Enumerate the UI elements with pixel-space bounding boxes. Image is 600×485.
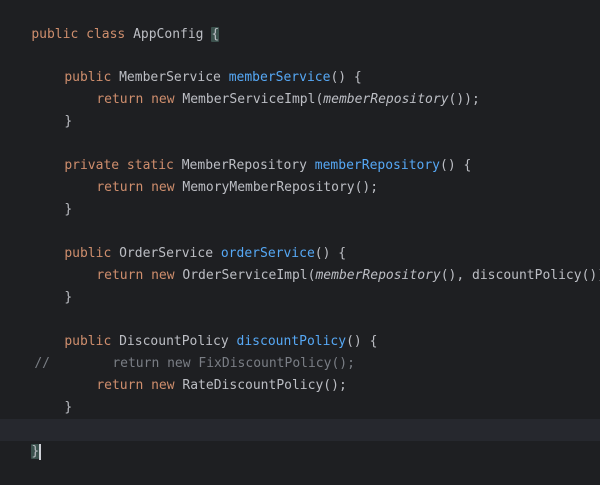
code-line-20[interactable]: }: [0, 419, 42, 460]
constructor-call: OrderServiceImpl(: [182, 268, 316, 283]
code-line-16[interactable]: return new FixDiscountPolicy();: [81, 331, 355, 371]
keyword: return new: [96, 378, 183, 393]
code-line-15[interactable]: public DiscountPolicy discountPolicy() {: [33, 309, 377, 349]
class-name: AppConfig: [133, 27, 212, 42]
code-line-4[interactable]: return new MemberServiceImpl(memberRepos…: [65, 67, 480, 107]
keyword: return new: [96, 180, 183, 195]
open-brace: {: [211, 27, 220, 42]
code-editor[interactable]: public class AppConfig { public MemberSe…: [0, 0, 600, 460]
keyword: return new: [96, 268, 183, 283]
code-line-18[interactable]: }: [33, 375, 72, 415]
current-line-highlight: [0, 419, 600, 441]
static-call: memberRepository: [315, 268, 441, 283]
code-line-13[interactable]: }: [33, 265, 72, 305]
code-line-3[interactable]: public MemberService memberService() {: [33, 45, 361, 85]
code-line-16-comment-marker: //: [3, 331, 50, 371]
code-line-1[interactable]: public class AppConfig {: [0, 2, 220, 42]
close-brace: }: [64, 202, 73, 217]
call-rest: ());: [448, 92, 480, 107]
code-line-5[interactable]: }: [33, 89, 72, 129]
code-line-7[interactable]: private static MemberRepository memberRe…: [33, 133, 471, 173]
code-line-17[interactable]: return new RateDiscountPolicy();: [65, 353, 346, 393]
code-line-12[interactable]: return new OrderServiceImpl(memberReposi…: [65, 243, 600, 283]
keyword: public class: [31, 27, 134, 42]
comment-marker: //: [34, 356, 50, 371]
code-line-8[interactable]: return new MemoryMemberRepository();: [65, 155, 378, 195]
call-rest: (), discountPolicy());: [440, 268, 600, 283]
class-close-brace: }: [31, 444, 40, 459]
method-signature-rest: () {: [440, 158, 472, 173]
keyword: return new: [96, 92, 183, 107]
close-brace: }: [64, 114, 73, 129]
constructor-call: MemoryMemberRepository();: [182, 180, 379, 195]
static-call: memberRepository: [323, 92, 449, 107]
close-brace: }: [64, 400, 73, 415]
code-line-9[interactable]: }: [33, 177, 72, 217]
constructor-call: MemberServiceImpl(: [182, 92, 324, 107]
text-caret: [39, 443, 42, 460]
close-brace: }: [64, 290, 73, 305]
code-line-11[interactable]: public OrderService orderService() {: [33, 221, 346, 261]
constructor-call: RateDiscountPolicy();: [182, 378, 347, 393]
